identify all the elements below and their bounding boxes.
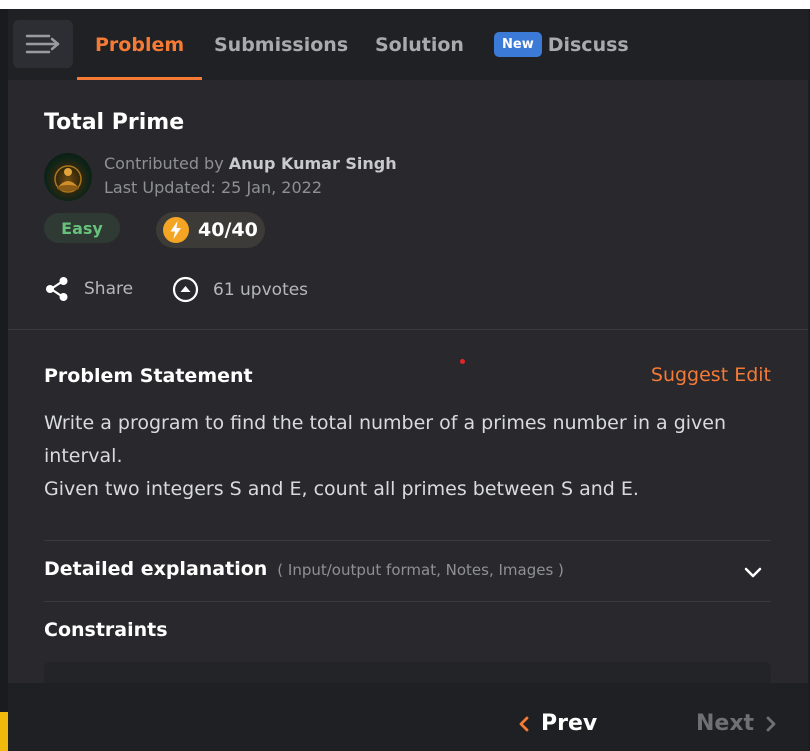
new-badge: New — [494, 32, 542, 57]
upvote-icon — [172, 276, 199, 303]
window-top-strip — [0, 0, 810, 9]
avatar-image — [54, 165, 82, 193]
upvote-count: 61 upvotes — [213, 279, 309, 300]
share-button[interactable]: Share — [44, 276, 133, 302]
section-divider — [8, 329, 808, 330]
tab-problem-label: Problem — [95, 33, 185, 56]
tab-discuss-label: Discuss — [547, 33, 629, 56]
detailed-explanation-subtitle: ( Input/output format, Notes, Images ) — [277, 561, 564, 579]
problem-statement-heading: Problem Statement — [44, 365, 253, 387]
problem-statement-body: Write a program to find the total number… — [44, 407, 774, 506]
left-edge — [0, 9, 8, 751]
menu-button[interactable] — [13, 20, 73, 68]
share-label: Share — [84, 279, 134, 299]
prev-button[interactable]: Prev — [515, 711, 597, 736]
contributed-by: Contributed by Anup Kumar Singh — [104, 154, 397, 173]
notification-dot — [460, 359, 465, 364]
chevron-left-icon — [519, 716, 529, 731]
tab-submissions-label: Submissions — [214, 33, 349, 56]
difficulty-badge: Easy — [44, 213, 120, 243]
chevron-down-icon[interactable] — [741, 561, 765, 585]
tab-bar: Problem Submissions Solution New Discuss — [8, 9, 808, 80]
tab-solution[interactable]: Solution — [357, 9, 482, 80]
divider — [44, 601, 771, 602]
tab-problem[interactable]: Problem — [77, 9, 203, 80]
prev-label: Prev — [541, 711, 598, 736]
lightning-icon — [163, 217, 189, 243]
statement-line-1: Write a program to find the total number… — [44, 412, 727, 467]
detailed-explanation-title: Detailed explanation — [44, 558, 268, 580]
tab-submissions[interactable]: Submissions — [196, 9, 366, 80]
menu-icon — [25, 34, 60, 54]
next-button[interactable]: Next — [696, 711, 780, 736]
left-edge-accent — [0, 712, 8, 751]
upvote-button[interactable]: 61 upvotes — [172, 276, 308, 303]
score-value: 40/40 — [198, 219, 258, 241]
share-icon — [46, 277, 68, 301]
problem-title: Total Prime — [44, 110, 185, 135]
statement-line-2: Given two integers S and E, count all pr… — [44, 478, 639, 500]
constraints-heading: Constraints — [44, 619, 168, 641]
author-name[interactable]: Anup Kumar Singh — [229, 154, 397, 173]
detailed-explanation-toggle[interactable]: Detailed explanation ( Input/output form… — [44, 558, 564, 580]
contributed-prefix: Contributed by — [104, 154, 224, 173]
suggest-edit-link[interactable]: Suggest Edit — [651, 364, 771, 386]
divider — [44, 540, 771, 541]
footer-nav — [8, 683, 808, 751]
author-avatar[interactable] — [44, 153, 92, 201]
chevron-right-icon — [766, 716, 776, 731]
problem-panel: Problem Submissions Solution New Discuss… — [8, 9, 808, 751]
last-updated: Last Updated: 25 Jan, 2022 — [104, 178, 322, 197]
tab-discuss[interactable]: New Discuss — [476, 9, 647, 80]
next-label: Next — [696, 711, 755, 736]
score-badge: 40/40 — [156, 212, 265, 248]
tab-solution-label: Solution — [375, 33, 464, 56]
